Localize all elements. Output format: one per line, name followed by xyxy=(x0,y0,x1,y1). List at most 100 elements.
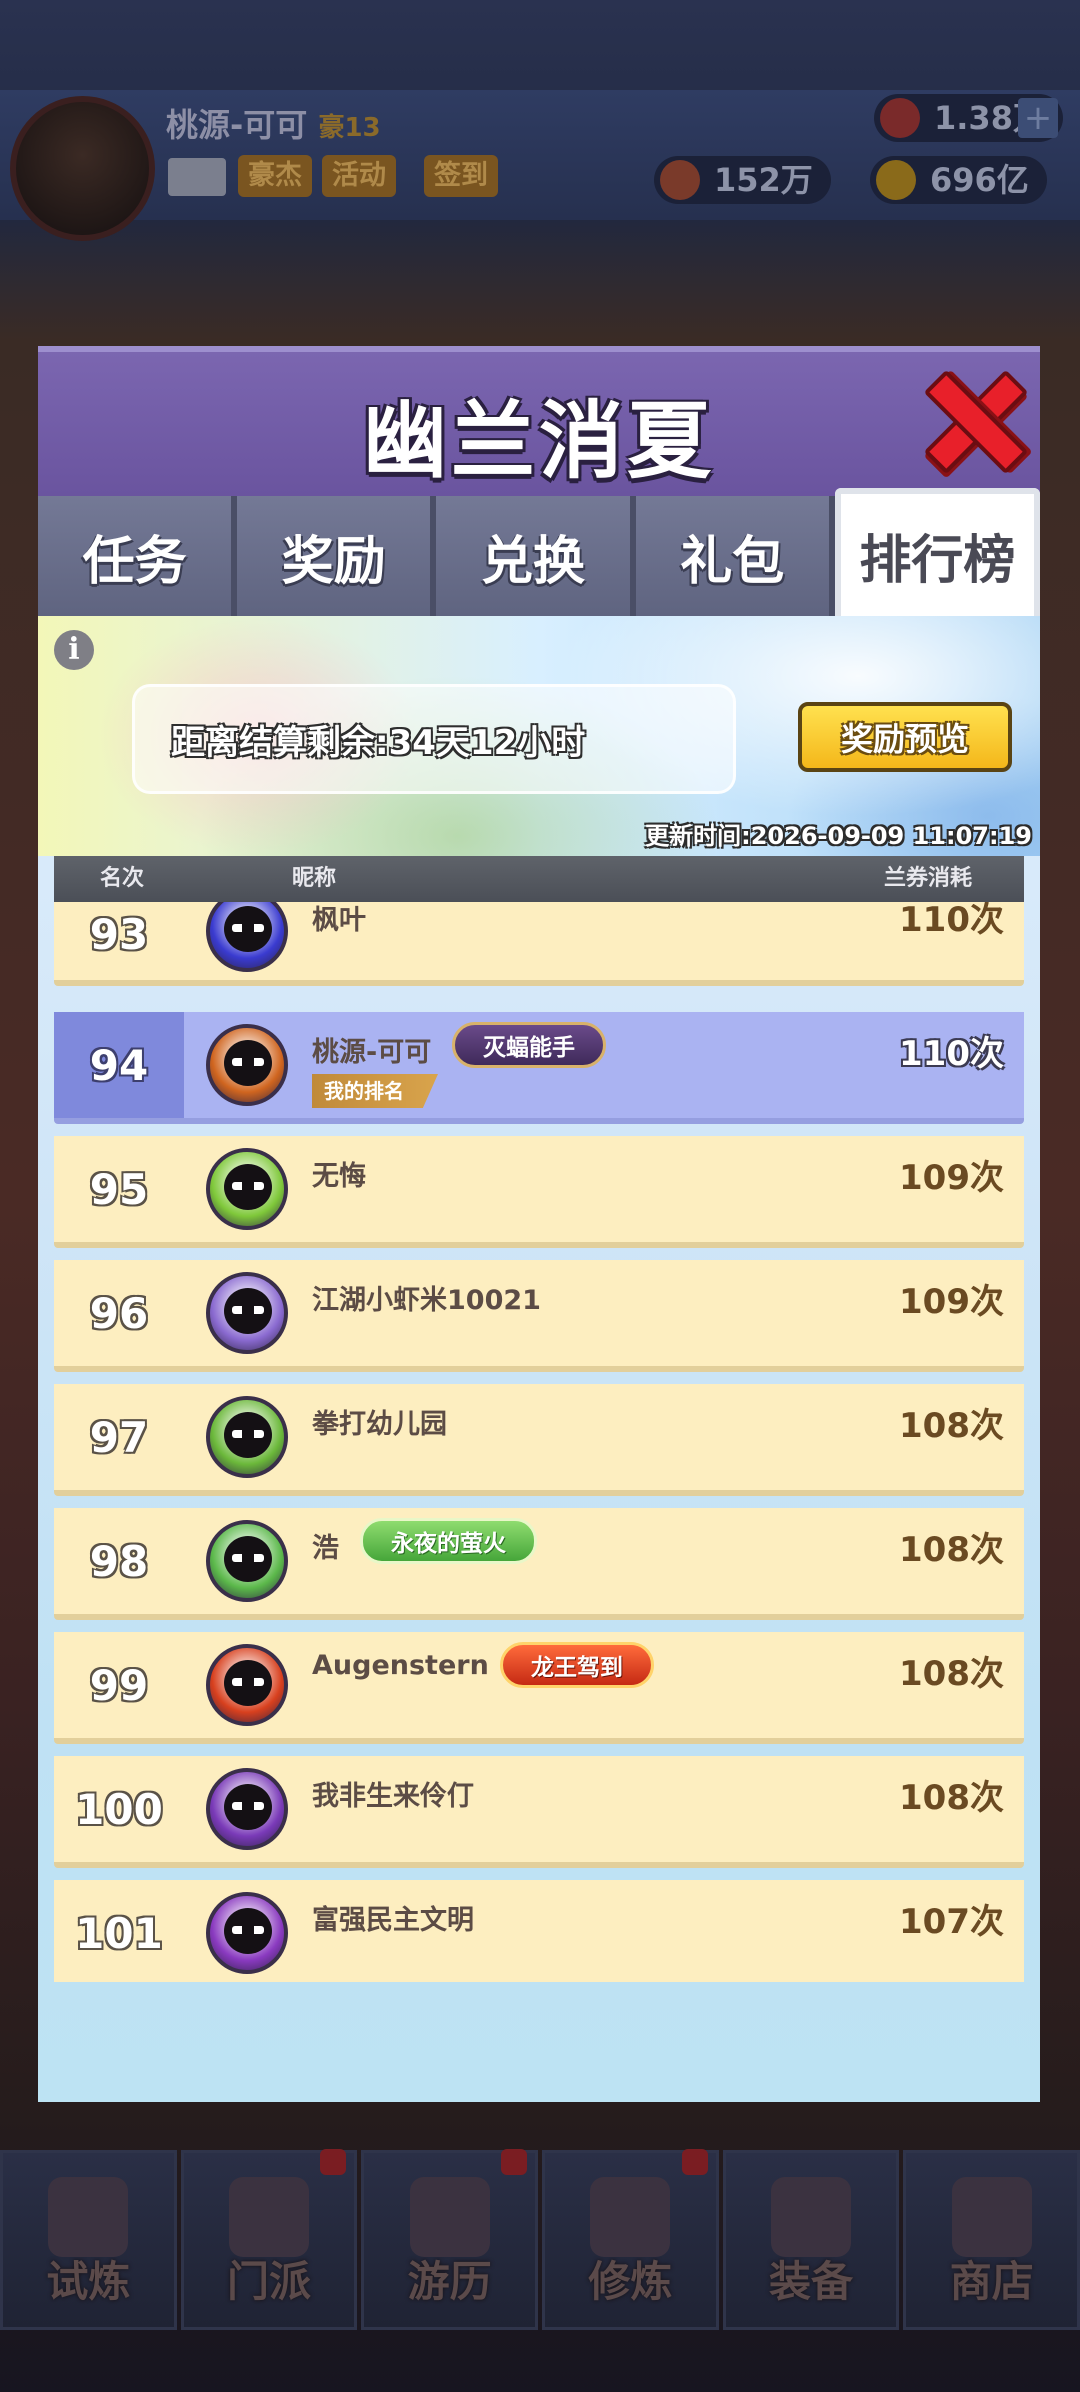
notification-dot xyxy=(681,2149,708,2175)
avatar[interactable] xyxy=(206,1520,288,1602)
hero-tag[interactable]: 豪杰 xyxy=(238,155,312,197)
avatar[interactable] xyxy=(206,1644,288,1726)
ticket-count: 107次 xyxy=(899,1902,1004,1942)
table-row[interactable]: 100 我非生来伶仃 108次 xyxy=(54,1756,1024,1868)
gem-icon xyxy=(880,98,920,138)
ticket-count: 109次 xyxy=(899,1282,1004,1322)
rank-number: 101 xyxy=(75,1908,163,1958)
rank-number: 98 xyxy=(89,1536,149,1586)
player-nickname: 浩 xyxy=(312,1533,339,1564)
bottom-navigation: 试炼 门派 游历 修炼 装备 商店 xyxy=(0,2149,1080,2330)
activity-tag[interactable]: 活动 xyxy=(322,155,396,197)
nav-cultivate[interactable]: 修炼 xyxy=(542,2149,719,2330)
avatar[interactable] xyxy=(206,1024,288,1106)
equipment-icon xyxy=(771,2177,852,2257)
tab-leaderboard[interactable]: 排行榜 xyxy=(834,488,1041,616)
tab-rewards[interactable]: 奖励 xyxy=(237,496,437,616)
settlement-countdown: 距离结算剩余:34天12小时 xyxy=(132,684,736,794)
stickman-eyes xyxy=(232,1306,264,1314)
stickman-eyes xyxy=(232,1926,264,1934)
ticket-count: 108次 xyxy=(899,1778,1004,1818)
tab-exchange[interactable]: 兑换 xyxy=(436,496,636,616)
stickman-eyes xyxy=(232,1802,264,1810)
player-nickname: 无悔 xyxy=(312,1161,366,1192)
rank-number: 97 xyxy=(89,1412,149,1462)
rank-number: 94 xyxy=(54,1012,184,1118)
table-row[interactable]: 95 无悔 109次 xyxy=(54,1136,1024,1248)
avatar[interactable] xyxy=(206,1768,288,1850)
stickman-eyes xyxy=(232,1058,264,1066)
rank-number: 95 xyxy=(89,1164,149,1214)
nav-travel[interactable]: 游历 xyxy=(361,2149,539,2330)
signin-tag[interactable]: 签到 xyxy=(424,155,498,197)
avatar[interactable] xyxy=(206,1148,288,1230)
my-rank-tag: 我的排名 xyxy=(312,1074,438,1108)
shop-icon xyxy=(951,2177,1032,2257)
player-nickname: 桃源-可可 xyxy=(312,1037,432,1068)
trial-icon xyxy=(48,2177,129,2257)
player-nickname: 拳打幼儿园 xyxy=(312,1409,447,1440)
rank-number: 96 xyxy=(89,1288,149,1338)
avatar[interactable] xyxy=(206,1396,288,1478)
ticket-count: 108次 xyxy=(899,1654,1004,1694)
ticket-count: 108次 xyxy=(899,1530,1004,1570)
rank-number: 99 xyxy=(89,1660,149,1710)
leaderboard-header: 名次 昵称 兰券消耗 xyxy=(54,856,1024,902)
leaderboard-panel: i 距离结算剩余:34天12小时 奖励预览 更新时间:2026-09-09 11… xyxy=(38,616,1040,2102)
nav-equipment[interactable]: 装备 xyxy=(722,2150,900,2330)
title-badge: 龙王驾到 xyxy=(500,1642,654,1688)
rank-number: 100 xyxy=(75,1784,163,1834)
title-badge: 永夜的萤火 xyxy=(360,1518,537,1564)
ticket-count: 110次 xyxy=(899,902,1004,940)
player-name: 桃源-可可 豪13 xyxy=(166,106,381,144)
avatar[interactable] xyxy=(206,1272,288,1354)
tab-gift-pack[interactable]: 礼包 xyxy=(635,496,835,616)
close-button[interactable] xyxy=(924,370,1020,466)
ticket-icon xyxy=(660,160,700,200)
cultivate-icon xyxy=(590,2177,671,2257)
nav-shop[interactable]: 商店 xyxy=(903,2150,1080,2330)
gold-counter: 696亿 xyxy=(870,156,1047,204)
ticket-count: 109次 xyxy=(899,1158,1004,1198)
stickman-eyes xyxy=(232,1430,264,1438)
player-nickname: 富强民主文明 xyxy=(312,1905,474,1936)
table-row[interactable]: 97 拳打幼儿园 108次 xyxy=(54,1384,1024,1496)
tab-tasks[interactable]: 任务 xyxy=(38,496,238,616)
table-row[interactable]: 99 Augenstern 龙王驾到 108次 xyxy=(54,1632,1024,1744)
column-cost: 兰券消耗 xyxy=(883,866,972,891)
player-nickname: 枫叶 xyxy=(312,905,366,936)
table-row[interactable]: 101 富强民主文明 107次 xyxy=(54,1880,1024,1982)
stickman-eyes xyxy=(232,924,264,932)
player-avatar[interactable] xyxy=(10,96,155,241)
avatar[interactable] xyxy=(206,1892,288,1974)
table-row[interactable]: 93 枫叶 110次 xyxy=(54,902,1024,986)
rank-number: 93 xyxy=(89,909,149,959)
player-nickname: 我非生来伶仃 xyxy=(312,1781,474,1812)
gold-icon xyxy=(876,160,916,200)
stickman-eyes xyxy=(232,1554,264,1562)
notification-dot xyxy=(320,2149,347,2175)
nav-sect[interactable]: 门派 xyxy=(180,2149,358,2330)
stickman-eyes xyxy=(232,1182,264,1190)
player-nickname: Augenstern xyxy=(312,1650,489,1681)
add-gems-button[interactable]: + xyxy=(1018,98,1058,138)
vip-level: 豪13 xyxy=(318,113,381,143)
my-ranking-row[interactable]: 94 桃源-可可 灭蝠能手 我的排名 110次 xyxy=(54,1012,1024,1124)
modal-title: 幽兰消夏 xyxy=(362,392,715,490)
mail-icon[interactable] xyxy=(168,158,226,196)
nav-trial[interactable]: 试炼 xyxy=(0,2150,177,2330)
stickman-eyes xyxy=(232,1678,264,1686)
player-nickname: 江湖小虾米10021 xyxy=(312,1285,541,1316)
travel-icon xyxy=(409,2177,490,2257)
table-row[interactable]: 96 江湖小虾米10021 109次 xyxy=(54,1260,1024,1372)
avatar[interactable] xyxy=(206,902,288,972)
table-row[interactable]: 98 浩永夜的萤火 108次 xyxy=(54,1508,1024,1620)
update-time: 更新时间:2026-09-09 11:07:19 xyxy=(645,822,1032,850)
tickets-counter: 152万 xyxy=(654,156,831,204)
leaderboard-list[interactable]: 93 枫叶 110次 94 桃源-可可 灭蝠能手 我的排名 110次 95 无悔 109次 96 江湖小… xyxy=(54,902,1024,1982)
event-modal: 幽兰消夏 任务 奖励 兑换 礼包 排行榜 i 距离结算剩余:34天12小时 奖励… xyxy=(38,346,1041,2102)
column-name: 昵称 xyxy=(292,866,337,891)
info-icon[interactable]: i xyxy=(54,630,94,670)
reward-preview-button[interactable]: 奖励预览 xyxy=(798,702,1012,772)
sect-icon xyxy=(229,2177,309,2257)
